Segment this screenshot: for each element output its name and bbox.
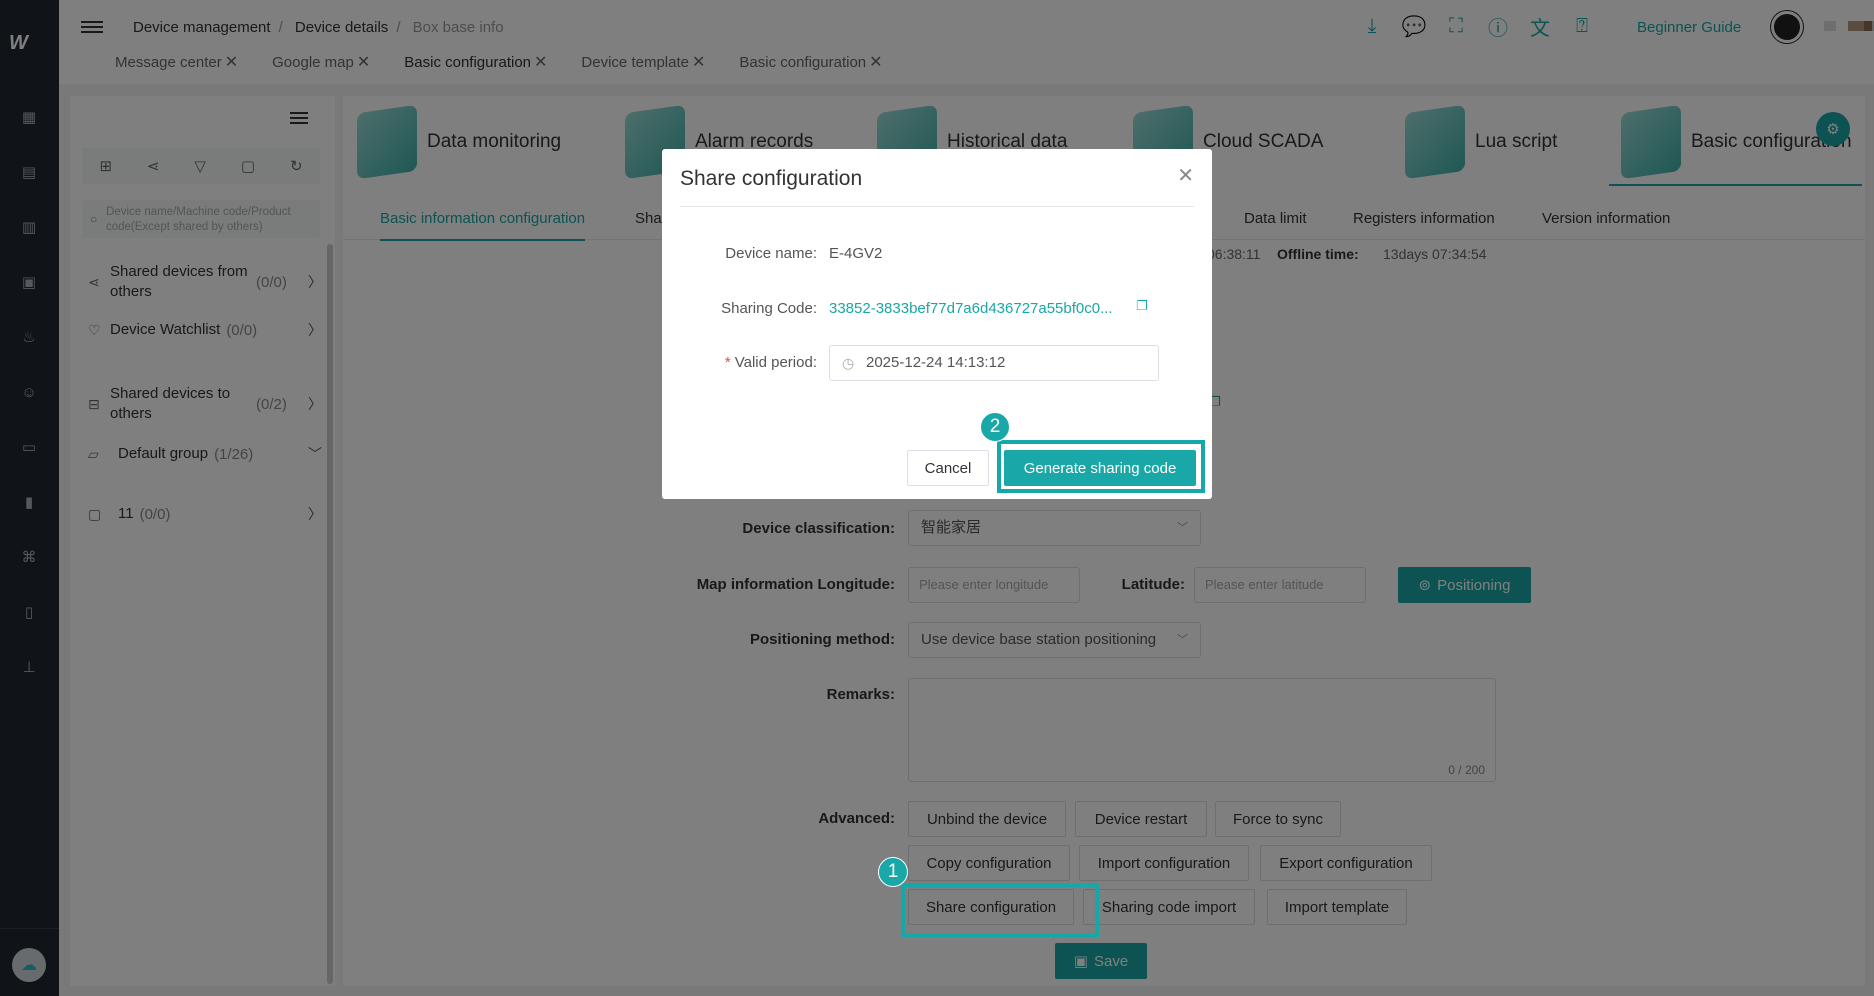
copy-icon[interactable]: ❐ (1136, 298, 1148, 314)
highlight-share-configuration (901, 883, 1099, 937)
clock-icon: ◷ (842, 355, 855, 371)
highlight-generate-button (997, 440, 1205, 493)
device-name-label: Device name: (725, 245, 817, 262)
dialog-title: Share configuration (680, 167, 863, 190)
valid-period-picker[interactable]: ◷ 2025-12-24 14:13:12 (829, 345, 1159, 381)
close-icon[interactable]: ✕ (1177, 163, 1194, 188)
sharing-code-label: Sharing Code: (721, 300, 817, 317)
step-marker-1: 1 (878, 857, 908, 887)
dialog-divider (680, 206, 1194, 207)
cancel-button[interactable]: Cancel (907, 450, 989, 486)
sharing-code-value[interactable]: 33852-3833bef77d7a6d436727a55bf0c0... (829, 300, 1113, 317)
step-marker-2: 2 (980, 412, 1010, 442)
device-name-value: E-4GV2 (829, 245, 883, 262)
valid-period-label: * Valid period: (724, 354, 817, 371)
